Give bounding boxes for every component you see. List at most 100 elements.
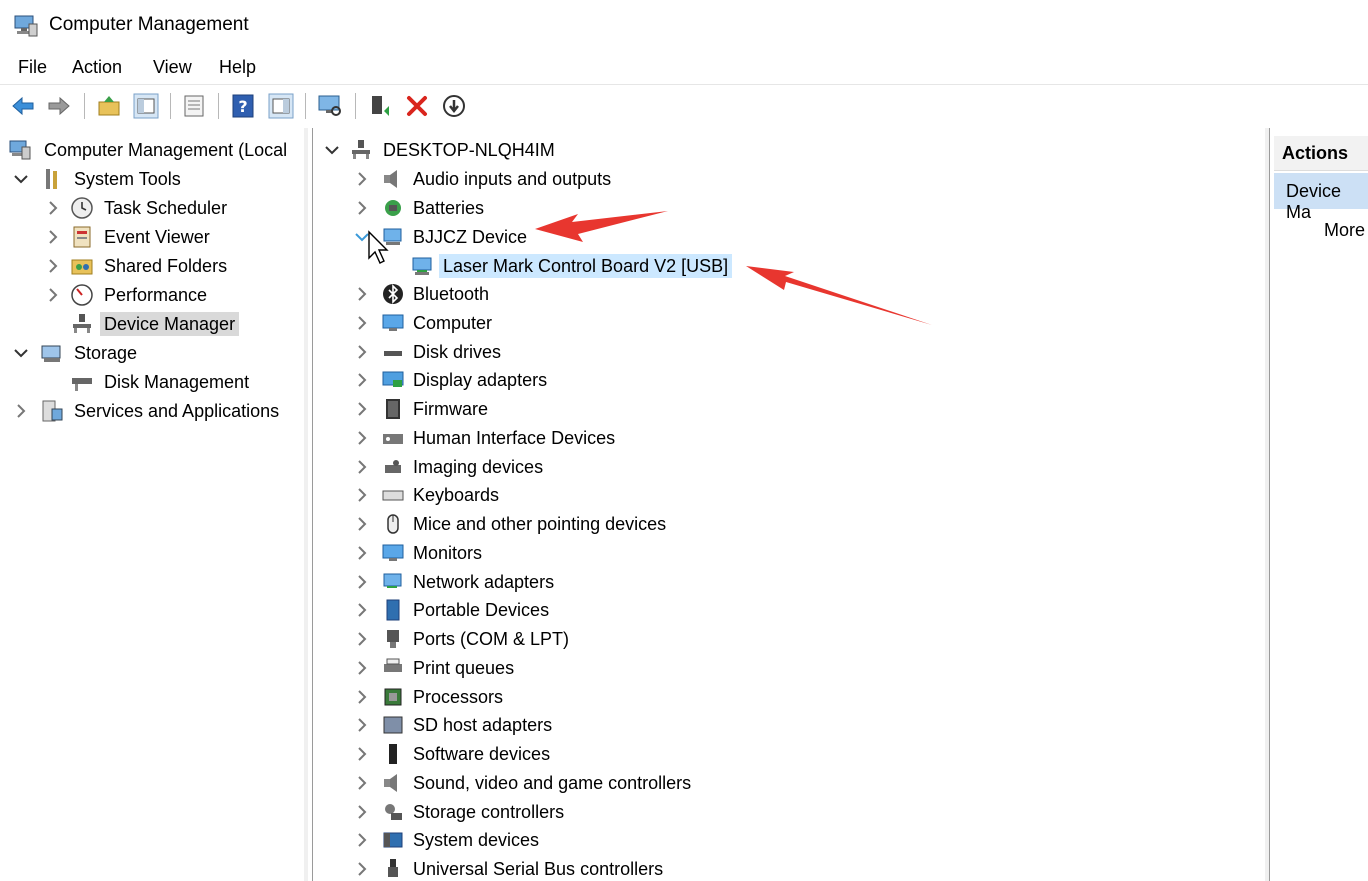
device-laser-mark-board[interactable]: Laser Mark Control Board V2 [USB] [313,252,1253,280]
chevron-down-icon[interactable] [323,136,341,164]
device-category-row[interactable]: Software devices [313,740,1253,768]
device-category-label: Bluetooth [413,284,490,304]
tree-shared-folders[interactable]: Shared Folders [6,252,303,280]
window-title: Computer Management [49,14,249,35]
help-icon[interactable]: ? [230,93,256,119]
tree-root[interactable]: Computer Management (Local [6,136,303,164]
chevron-right-icon[interactable] [12,397,30,425]
device-category-label: BJJCZ Device [413,226,528,247]
tree-disk-management[interactable]: Disk Management [6,368,303,396]
back-icon[interactable] [10,93,36,119]
device-category-row[interactable]: Mice and other pointing devices [313,510,1253,538]
device-category-row[interactable]: Storage controllers [313,798,1253,826]
device-category-row[interactable]: Imaging devices [313,453,1253,481]
chevron-right-icon[interactable] [353,798,371,826]
chevron-right-icon[interactable] [353,165,371,193]
menu-help[interactable]: Help [219,57,256,78]
tree-performance[interactable]: Performance [6,281,303,309]
device-category-row[interactable]: Batteries [313,194,1253,222]
processor-icon [384,688,402,705]
chevron-right-icon[interactable] [353,309,371,337]
tree-task-scheduler[interactable]: Task Scheduler [6,194,303,222]
device-category-row[interactable]: Network adapters [313,568,1253,596]
chevron-right-icon[interactable] [353,453,371,481]
up-folder-icon[interactable] [96,93,122,119]
pane-splitter[interactable] [304,128,308,881]
device-category-row[interactable]: Ports (COM & LPT) [313,625,1253,653]
chevron-down-icon[interactable] [353,223,371,251]
chevron-right-icon[interactable] [353,539,371,567]
device-category-row[interactable]: Universal Serial Bus controllers [313,855,1253,881]
device-category-row[interactable]: Firmware [313,395,1253,423]
tree-system-tools[interactable]: System Tools [6,165,303,193]
uninstall-icon[interactable] [404,93,430,119]
device-category-row[interactable]: Portable Devices [313,596,1253,624]
chevron-right-icon[interactable] [353,481,371,509]
tree-label: Device Manager [100,312,240,336]
device-category-label: Print queues [413,657,515,678]
chevron-right-icon[interactable] [353,338,371,366]
chevron-right-icon[interactable] [353,596,371,624]
device-category-row[interactable]: Bluetooth [313,280,1253,308]
chevron-right-icon[interactable] [44,194,62,222]
device-computer-root[interactable]: DESKTOP-NLQH4IM [313,136,1253,164]
chevron-right-icon[interactable] [44,223,62,251]
device-category-row[interactable]: Print queues [313,654,1253,682]
menu-file[interactable]: File [18,57,47,78]
toolbar: ? [0,84,1368,125]
device-category-row[interactable]: Keyboards [313,481,1253,509]
actions-section-device-manager[interactable]: Device Ma [1274,173,1368,222]
tree-storage[interactable]: Storage [6,339,303,367]
scan-hardware-icon[interactable] [317,93,343,119]
chevron-right-icon[interactable] [353,568,371,596]
chevron-right-icon[interactable] [353,740,371,768]
more-actions-link[interactable]: More [1324,220,1365,241]
device-category-row[interactable]: Disk drives [313,338,1253,366]
tree-event-viewer[interactable]: Event Viewer [6,223,303,251]
chevron-right-icon[interactable] [353,769,371,797]
chevron-right-icon[interactable] [353,194,371,222]
tree-services-applications[interactable]: Services and Applications [6,397,303,425]
bluetooth-icon [383,284,403,304]
chevron-right-icon[interactable] [44,281,62,309]
update-driver-icon[interactable] [367,93,393,119]
chevron-down-icon[interactable] [12,339,30,367]
device-category-row[interactable]: Computer [313,309,1253,337]
device-category-row[interactable]: Audio inputs and outputs [313,165,1253,193]
forward-icon[interactable] [46,93,72,119]
tree-label: Task Scheduler [104,198,228,218]
device-category-row[interactable]: Monitors [313,539,1253,567]
chevron-right-icon[interactable] [353,625,371,653]
chevron-right-icon[interactable] [353,395,371,423]
device-category-label: Audio inputs and outputs [413,169,612,189]
menu-action[interactable]: Action [72,57,122,78]
device-category-row[interactable]: Display adapters [313,366,1253,394]
chevron-right-icon[interactable] [353,424,371,452]
chevron-right-icon[interactable] [353,683,371,711]
device-category-row[interactable]: Processors [313,683,1253,711]
chevron-right-icon[interactable] [353,711,371,739]
device-category-row[interactable]: BJJCZ Device [313,223,1253,251]
device-category-row[interactable]: Human Interface Devices [313,424,1253,452]
show-action-pane-icon[interactable] [268,93,294,119]
chevron-right-icon[interactable] [353,654,371,682]
chevron-right-icon[interactable] [353,366,371,394]
device-category-row[interactable]: SD host adapters [313,711,1253,739]
menu-view[interactable]: View [153,57,192,78]
chevron-right-icon[interactable] [353,826,371,854]
tree-root-label: Computer Management (Local [44,140,288,160]
show-hide-tree-icon[interactable] [133,93,159,119]
chevron-right-icon[interactable] [44,252,62,280]
disable-device-icon[interactable] [441,93,467,119]
device-category-label: Sound, video and game controllers [413,772,692,793]
tree-device-manager[interactable]: Device Manager [6,310,303,338]
chevron-right-icon[interactable] [353,280,371,308]
event-viewer-icon [73,226,91,248]
device-category-row[interactable]: System devices [313,826,1253,854]
chevron-down-icon[interactable] [12,165,30,193]
tree-label: System Tools [74,169,181,189]
chevron-right-icon[interactable] [353,855,371,881]
device-category-row[interactable]: Sound, video and game controllers [313,769,1253,797]
properties-icon[interactable] [181,93,207,119]
chevron-right-icon[interactable] [353,510,371,538]
